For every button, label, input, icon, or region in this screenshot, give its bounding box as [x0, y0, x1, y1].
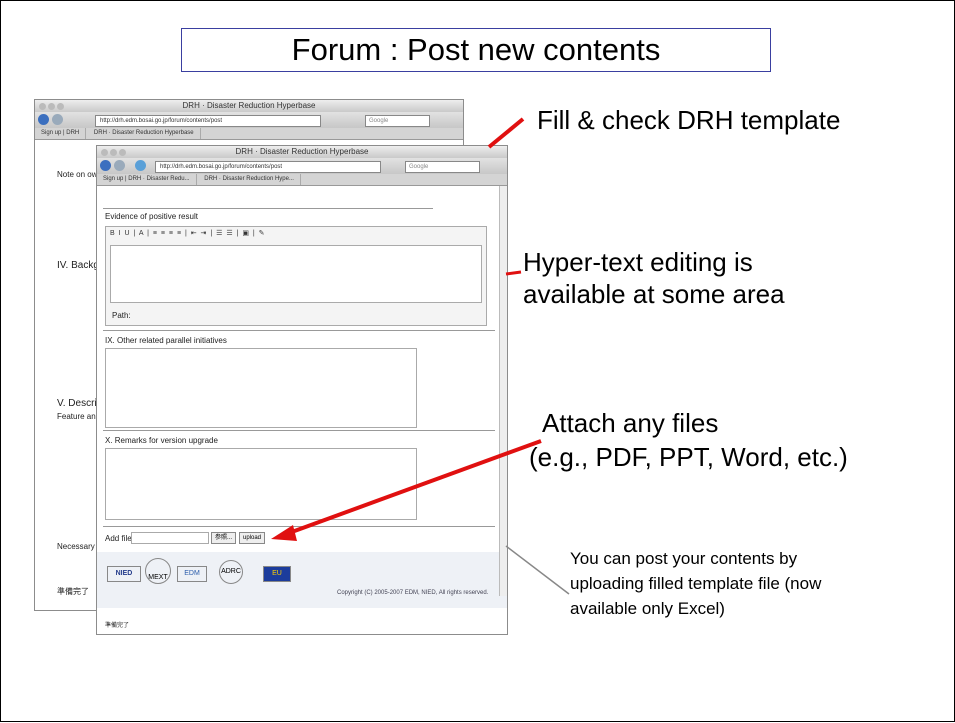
callout-attach-line2: (e.g., PDF, PPT, Word, etc.)	[529, 442, 848, 472]
upload-note-line1: You can post your contents by	[570, 549, 798, 568]
slide: Forum : Post new contents DRH · Disaster…	[0, 0, 955, 722]
upload-note-line2: uploading filled template file (now	[570, 574, 822, 593]
callout-fill-check: Fill & check DRH template	[537, 105, 841, 135]
upload-note-connector	[505, 545, 570, 595]
upload-note-line3: available only Excel)	[570, 599, 725, 618]
fill-check-arrow	[487, 117, 525, 149]
attach-arrowhead	[271, 525, 297, 541]
callout-hypertext-line1: Hyper-text editing is	[523, 247, 753, 277]
hypertext-arrow	[505, 270, 522, 276]
callout-attach-line1: Attach any files	[542, 408, 719, 438]
callout-hypertext-line2: available at some area	[523, 279, 785, 309]
attach-arrow	[288, 439, 542, 535]
